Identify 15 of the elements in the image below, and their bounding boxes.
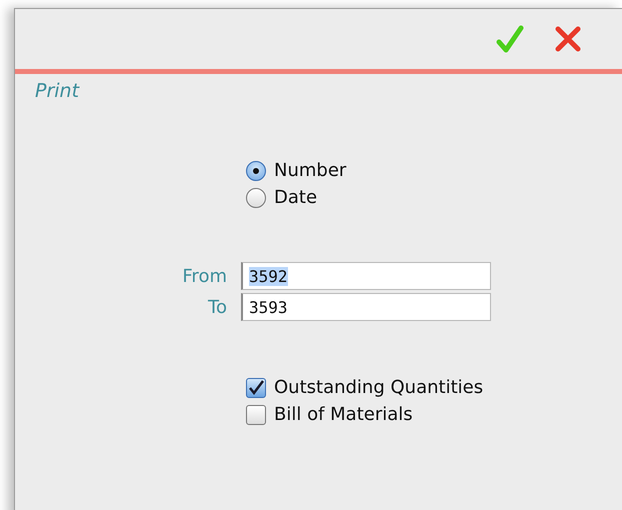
checkbox[interactable] [246,378,266,398]
section-title: Print [35,80,81,102]
close-icon [553,24,583,54]
field-label: From [182,266,227,286]
radio-button[interactable] [246,188,266,208]
radio-label: Date [274,187,318,208]
checkbox-label: Outstanding Quantities [274,377,484,398]
radio-button[interactable] [246,160,266,180]
checkbox-label: Bill of Materials [274,404,413,425]
check-icon [496,24,524,54]
field-label: To [208,296,227,318]
checkbox[interactable] [246,404,266,424]
radio-label: Number [274,160,346,181]
input-field[interactable]: 3593 [241,293,491,321]
input-field[interactable]: 3592 [241,262,491,290]
